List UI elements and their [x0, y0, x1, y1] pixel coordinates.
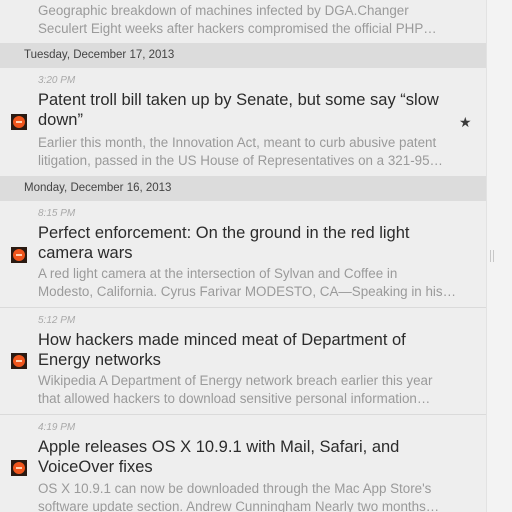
snippet-line: Geographic breakdown of machines infecte…	[38, 3, 409, 18]
list-item[interactable]: 4:19 PM Apple releases OS X 10.9.1 with …	[0, 415, 486, 512]
article-snippet: Earlier this month, the Innovation Act, …	[38, 134, 456, 170]
article-list: Geographic breakdown of machines infecte…	[0, 0, 486, 512]
drag-handle-icon[interactable]	[490, 250, 496, 262]
ars-technica-favicon-icon	[11, 353, 27, 369]
ars-technica-favicon-icon	[11, 460, 27, 476]
snippet-line: software update section. Andrew Cunningh…	[38, 499, 440, 512]
date-header: Tuesday, December 17, 2013	[0, 43, 486, 68]
date-header-label: Tuesday, December 17, 2013	[24, 49, 175, 61]
snippet-line: litigation, passed in the US House of Re…	[38, 153, 443, 168]
star-icon[interactable]: ★	[459, 114, 472, 131]
article-title: Apple releases OS X 10.9.1 with Mail, Sa…	[38, 438, 400, 476]
list-item[interactable]: 3:20 PM Patent troll bill taken up by Se…	[0, 68, 486, 173]
snippet-line: Modesto, California. Cyrus Farivar MODES…	[38, 284, 456, 299]
article-title: Patent troll bill taken up by Senate, bu…	[38, 91, 439, 129]
article-time: 4:19 PM	[38, 422, 76, 433]
article-time: 3:20 PM	[38, 75, 76, 86]
article-snippet: OS X 10.9.1 can now be downloaded throug…	[38, 480, 456, 512]
ars-technica-favicon-icon	[11, 114, 27, 130]
article-title: How hackers made minced meat of Departme…	[38, 331, 406, 369]
list-item[interactable]: 8:15 PM Perfect enforcement: On the grou…	[0, 201, 486, 308]
snippet-line: that allowed hackers to download sensiti…	[38, 391, 431, 406]
ars-technica-favicon-icon	[11, 247, 27, 263]
snippet-line: Seculert Eight weeks after hackers compr…	[38, 21, 437, 36]
snippet-line: Wikipedia A Department of Energy network…	[38, 373, 433, 388]
article-snippet: Wikipedia A Department of Energy network…	[38, 372, 456, 408]
snippet-line: A red light camera at the intersection o…	[38, 266, 398, 281]
list-item[interactable]: 5:12 PM How hackers made minced meat of …	[0, 308, 486, 415]
snippet-line: OS X 10.9.1 can now be downloaded throug…	[38, 481, 432, 496]
article-time: 8:15 PM	[38, 208, 76, 219]
snippet-line: Earlier this month, the Innovation Act, …	[38, 135, 437, 150]
date-header-label: Monday, December 16, 2013	[24, 182, 172, 194]
detail-pane	[486, 0, 512, 512]
article-snippet: Geographic breakdown of machines infecte…	[38, 2, 456, 38]
article-time: 5:12 PM	[38, 315, 76, 326]
article-snippet: A red light camera at the intersection o…	[38, 265, 456, 301]
article-title: Perfect enforcement: On the ground in th…	[38, 224, 410, 262]
date-header: Monday, December 16, 2013	[0, 176, 486, 201]
list-item[interactable]: Geographic breakdown of machines infecte…	[0, 0, 486, 43]
